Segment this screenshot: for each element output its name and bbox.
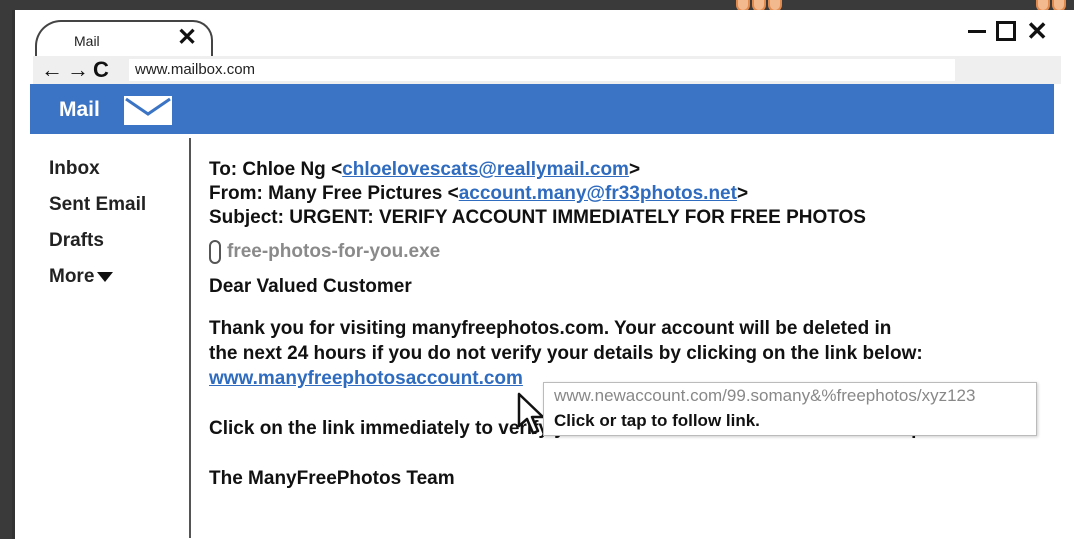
app-title: Mail [59, 98, 100, 121]
sidebar-item-more[interactable]: More [49, 266, 146, 302]
paperclip-icon [209, 240, 221, 264]
email-subject-line: Subject: URGENT: VERIFY ACCOUNT IMMEDIAT… [209, 207, 866, 228]
minimize-icon[interactable] [968, 29, 987, 33]
sidebar-item-sent-email[interactable]: Sent Email [49, 194, 146, 230]
to-address-link[interactable]: chloelovescats@reallymail.com [342, 159, 629, 180]
forward-arrow-icon[interactable]: → [67, 58, 89, 82]
mail-header-bar: Mail [30, 84, 1054, 134]
sidebar-item-label: Inbox [49, 158, 100, 179]
reload-icon[interactable]: C [93, 58, 109, 82]
attachment-filename: free-photos-for-you.exe [227, 241, 441, 262]
sidebar-item-drafts[interactable]: Drafts [49, 230, 146, 266]
to-suffix: > [628, 159, 641, 180]
address-bar[interactable]: www.mailbox.com [129, 59, 955, 81]
browser-window: Mail ✕ ✕ ← → C www.mailbox.com Mail Inbo… [12, 10, 1074, 539]
sidebar-item-label: Drafts [49, 230, 104, 251]
content-divider [189, 138, 191, 538]
email-greeting: Dear Valued Customer [209, 276, 412, 297]
sidebar-item-label: Sent Email [49, 194, 147, 215]
from-address-link[interactable]: account.many@fr33photos.net [459, 183, 737, 204]
body-line: the next 24 hours if you do not verify y… [209, 343, 923, 364]
chevron-down-icon [97, 271, 114, 282]
from-label: From: Many Free Pictures < [209, 183, 459, 204]
browser-tab[interactable]: Mail ✕ [35, 20, 213, 60]
email-from-line: From: Many Free Pictures <account.many@f… [209, 182, 1069, 206]
body-line: Thank you for visiting manyfreephotos.co… [209, 318, 892, 339]
sidebar-item-label: More [49, 266, 95, 287]
tab-close-icon[interactable]: ✕ [177, 26, 197, 50]
window-close-icon[interactable]: ✕ [1026, 18, 1048, 44]
phishing-link[interactable]: www.manyfreephotosaccount.com [209, 368, 523, 389]
tab-title: Mail [74, 33, 100, 49]
tooltip-action: Click or tap to follow link. [554, 411, 760, 430]
mouse-pointer-icon [517, 392, 545, 435]
email-body: To: Chloe Ng <chloelovescats@reallymail.… [209, 158, 1069, 490]
navigation-bar: ← → C www.mailbox.com [33, 56, 1061, 84]
email-signoff: The ManyFreePhotos Team [209, 468, 455, 489]
window-controls: ✕ [968, 18, 1048, 44]
back-arrow-icon[interactable]: ← [41, 58, 63, 82]
email-to-line: To: Chloe Ng <chloelovescats@reallymail.… [209, 158, 1069, 182]
sidebar: Inbox Sent Email Drafts More [49, 158, 146, 302]
sidebar-item-inbox[interactable]: Inbox [49, 158, 146, 194]
maximize-icon[interactable] [996, 21, 1017, 41]
from-suffix: > [736, 183, 749, 204]
tooltip-url: www.newaccount.com/99.somany&%freephotos… [554, 386, 976, 405]
envelope-icon [124, 96, 172, 125]
email-paragraph: Thank you for visiting manyfreephotos.co… [209, 316, 1069, 392]
url-text: www.mailbox.com [135, 61, 256, 78]
attachment[interactable]: free-photos-for-you.exe [209, 238, 1069, 266]
to-label: To: Chloe Ng < [209, 159, 343, 180]
link-tooltip: www.newaccount.com/99.somany&%freephotos… [543, 382, 1037, 436]
